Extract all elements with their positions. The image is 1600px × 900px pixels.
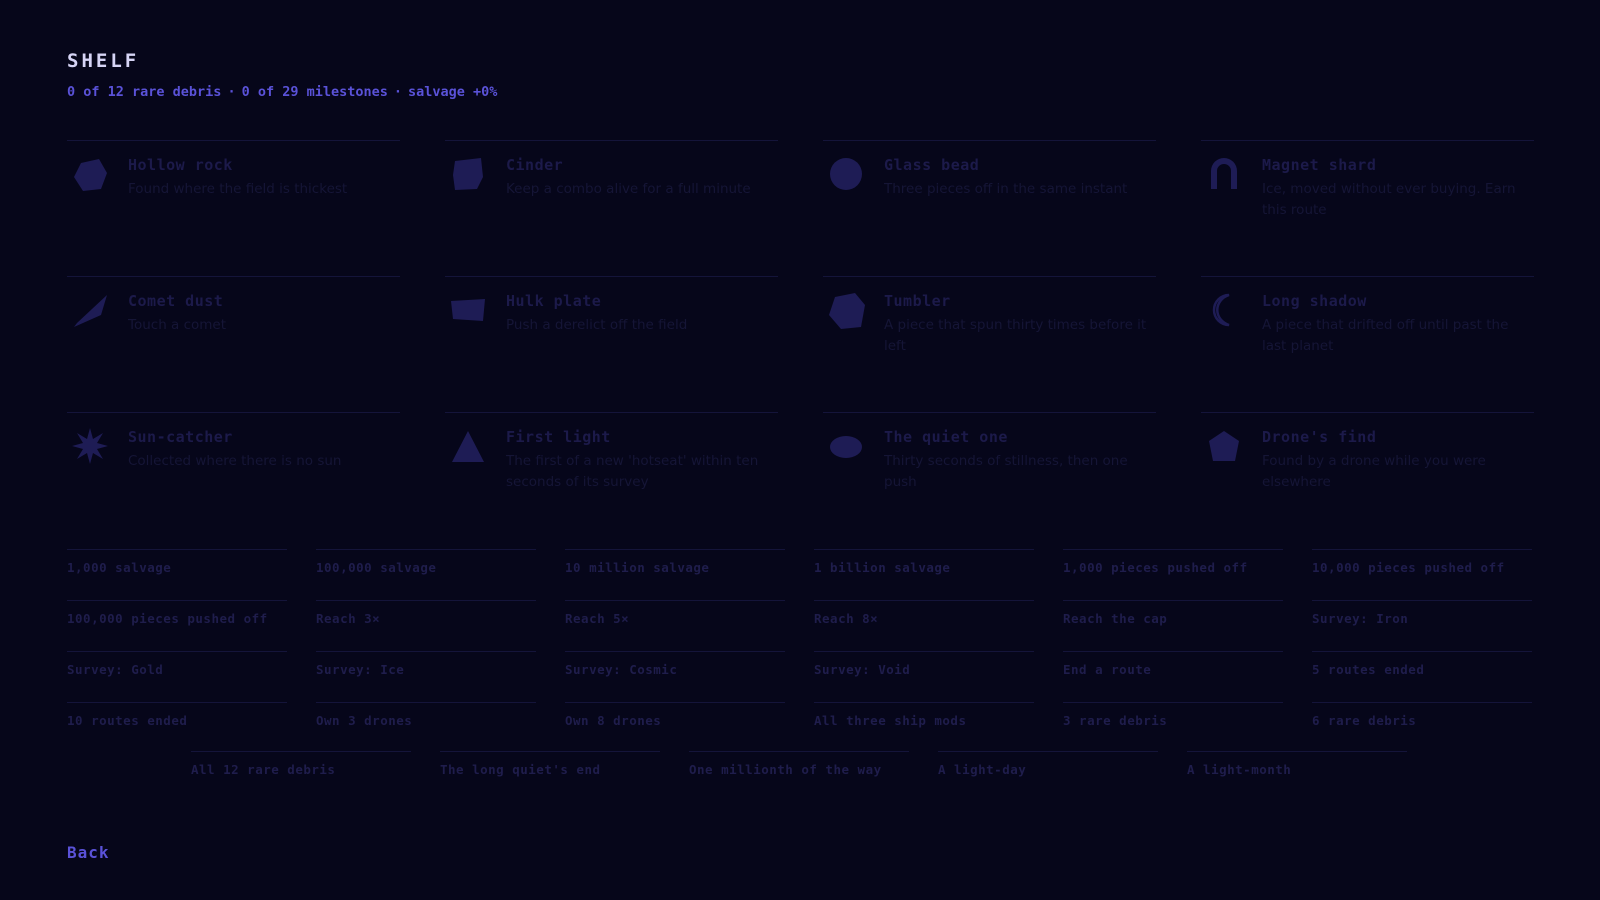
rare-debris-card: Cinder Keep a combo alive for a full minu… xyxy=(445,140,778,276)
rare-debris-description: Three pieces off in the same instant xyxy=(884,181,1128,197)
milestone-item: 1,000 salvage xyxy=(67,549,287,600)
rare-debris-name: Glass bead xyxy=(884,156,980,174)
milestone-item: End a route xyxy=(1063,651,1283,702)
milestone-item: 100,000 salvage xyxy=(316,549,536,600)
milestone-item: Survey: Gold xyxy=(67,651,287,702)
rare-debris-description: Push a derelict off the field xyxy=(506,317,688,333)
rare-debris-name: First light xyxy=(506,428,611,446)
rare-debris-name: Cinder xyxy=(506,156,564,174)
hollow-rock-icon xyxy=(71,155,109,193)
milestone-grid: 1,000 salvage 100,000 salvage 10 million s… xyxy=(67,549,1532,753)
rare-debris-description: The first of a new 'hotseat' within ten … xyxy=(506,453,759,490)
glass-bead-icon xyxy=(827,155,865,193)
separator: · xyxy=(227,84,236,100)
cinder-icon xyxy=(449,155,487,193)
milestone-item: All 12 rare debris xyxy=(191,751,411,802)
milestone-final-row: All 12 rare debris The long quiet's end On… xyxy=(191,751,1407,802)
rare-debris-card: The quiet one Thirty seconds of stillness… xyxy=(823,412,1156,548)
rare-debris-grid: Hollow rock Found where the field is thic… xyxy=(67,140,1534,548)
page-title: SHELF xyxy=(67,50,140,72)
rare-debris-description: Found by a drone while you were elsewher… xyxy=(1262,453,1486,490)
milestone-item: Reach 8× xyxy=(814,600,1034,651)
rare-debris-name: Hollow rock xyxy=(128,156,233,174)
milestone-item: 1,000 pieces pushed off xyxy=(1063,549,1283,600)
rare-debris-card: Comet dust Touch a comet xyxy=(67,276,400,412)
milestone-item: 1 billion salvage xyxy=(814,549,1034,600)
sun-catcher-icon xyxy=(71,427,109,465)
back-button[interactable]: Back xyxy=(67,843,110,862)
rare-debris-card: Sun-catcher Collected where there is no s… xyxy=(67,412,400,548)
magnet-shard-icon xyxy=(1205,155,1243,193)
milestone-item: Reach the cap xyxy=(1063,600,1283,651)
separator: · xyxy=(393,84,403,100)
rare-debris-name: Sun-catcher xyxy=(128,428,233,446)
milestone-item: 3 rare debris xyxy=(1063,702,1283,753)
milestone-item: Own 3 drones xyxy=(316,702,536,753)
rare-debris-name: Magnet shard xyxy=(1262,156,1377,174)
rare-debris-description: Thirty seconds of stillness, then one pu… xyxy=(884,453,1128,490)
rare-debris-card: Tumbler A piece that spun thirty times be… xyxy=(823,276,1156,412)
milestone-item: 5 routes ended xyxy=(1312,651,1532,702)
tumbler-icon xyxy=(827,291,865,329)
rare-debris-name: Tumbler xyxy=(884,292,951,310)
long-shadow-icon xyxy=(1205,291,1243,329)
rare-debris-card: Glass bead Three pieces off in the same i… xyxy=(823,140,1156,276)
rare-debris-name: Long shadow xyxy=(1262,292,1367,310)
milestone-item: Survey: Ice xyxy=(316,651,536,702)
hulk-plate-icon xyxy=(449,291,487,329)
rare-debris-card: First light The first of a new 'hotseat' … xyxy=(445,412,778,548)
progress-summary: 0 of 12 rare debris · 0 of 29 milestones · s… xyxy=(67,84,497,100)
milestone-item: A light-month xyxy=(1187,751,1407,802)
comet-dust-icon xyxy=(71,291,109,329)
milestone-item: Reach 3× xyxy=(316,600,536,651)
milestone-item: The long quiet's end xyxy=(440,751,660,802)
rare-debris-count: 0 of 12 rare debris xyxy=(67,84,222,100)
rare-debris-description: A piece that spun thirty times before it… xyxy=(884,317,1147,354)
milestone-item: Survey: Void xyxy=(814,651,1034,702)
drones-find-icon xyxy=(1205,427,1243,465)
rare-debris-description: Ice, moved without ever buying. Earn thi… xyxy=(1262,181,1516,218)
quiet-one-icon xyxy=(827,427,865,465)
salvage-bonus: salvage +0% xyxy=(408,84,498,100)
milestone-count: 0 of 29 milestones xyxy=(241,84,388,100)
rare-debris-card: Drone's find Found by a drone while you w… xyxy=(1201,412,1534,548)
milestone-item: One millionth of the way xyxy=(689,751,909,802)
rare-debris-description: Keep a combo alive for a full minute xyxy=(506,181,751,197)
milestone-item: 100,000 pieces pushed off xyxy=(67,600,287,651)
rare-debris-name: Comet dust xyxy=(128,292,224,310)
milestone-item: All three ship mods xyxy=(814,702,1034,753)
milestone-item: Reach 5× xyxy=(565,600,785,651)
rare-debris-description: Found where the field is thickest xyxy=(128,181,348,197)
first-light-icon xyxy=(449,427,487,465)
milestone-item: A light-day xyxy=(938,751,1158,802)
milestone-item: 10 million salvage xyxy=(565,549,785,600)
milestone-item: 6 rare debris xyxy=(1312,702,1532,753)
milestone-item: Survey: Cosmic xyxy=(565,651,785,702)
rare-debris-card: Hulk plate Push a derelict off the field xyxy=(445,276,778,412)
rare-debris-name: Drone's find xyxy=(1262,428,1377,446)
milestone-item: Survey: Iron xyxy=(1312,600,1532,651)
rare-debris-description: Collected where there is no sun xyxy=(128,453,342,469)
rare-debris-name: Hulk plate xyxy=(506,292,602,310)
rare-debris-card: Magnet shard Ice, moved without ever buyi… xyxy=(1201,140,1534,276)
rare-debris-card: Hollow rock Found where the field is thic… xyxy=(67,140,400,276)
rare-debris-description: Touch a comet xyxy=(128,317,227,333)
rare-debris-card: Long shadow A piece that drifted off unti… xyxy=(1201,276,1534,412)
rare-debris-description: A piece that drifted off until past the … xyxy=(1262,317,1509,354)
milestone-item: 10 routes ended xyxy=(67,702,287,753)
milestone-item: Own 8 drones xyxy=(565,702,785,753)
rare-debris-name: The quiet one xyxy=(884,428,1008,446)
milestone-item: 10,000 pieces pushed off xyxy=(1312,549,1532,600)
